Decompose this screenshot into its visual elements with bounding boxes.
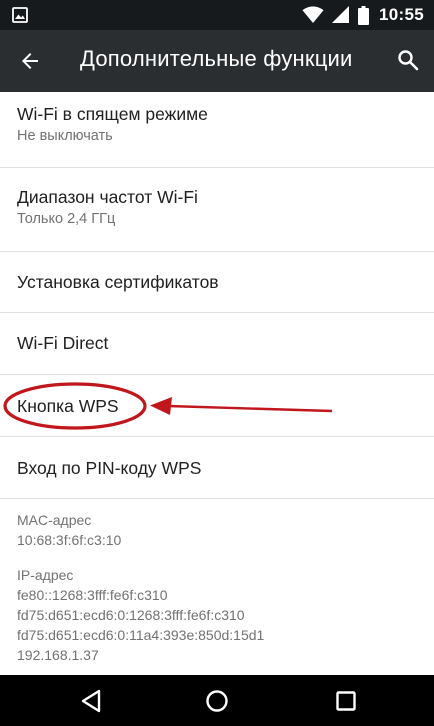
home-circle-icon[interactable]	[204, 688, 230, 714]
setting-title: Установка сертификатов	[17, 272, 219, 292]
arrow-left-icon[interactable]	[18, 49, 42, 73]
setting-title: Wi-Fi Direct	[17, 333, 109, 353]
info-value: fe80::1268:3fff:fe6f:c310	[17, 587, 168, 603]
info-mac-address: MAC-адрес 10:68:3f:6f:c3:10	[0, 499, 434, 559]
setting-wifi-sleep[interactable]: Wi-Fi в спящем режиме Не выключать	[0, 92, 434, 168]
info-label: MAC-адрес	[17, 512, 92, 528]
image-notification-icon	[12, 7, 28, 23]
setting-install-certificates[interactable]: Установка сертификатов	[0, 252, 434, 313]
status-icons: 10:55	[302, 0, 424, 30]
setting-title: Диапазон частот Wi-Fi	[17, 187, 198, 207]
info-value: 192.168.1.37	[17, 647, 99, 663]
setting-title: Wi-Fi в спящем режиме	[17, 104, 208, 124]
info-value: 10:68:3f:6f:c3:10	[17, 532, 122, 548]
setting-wifi-direct[interactable]: Wi-Fi Direct	[0, 313, 434, 375]
back-triangle-icon[interactable]	[79, 688, 105, 714]
setting-wps-pin[interactable]: Вход по PIN-коду WPS	[0, 437, 434, 499]
setting-wps-button[interactable]: Кнопка WPS	[0, 375, 434, 437]
status-time: 10:55	[379, 5, 424, 24]
setting-title: Кнопка WPS	[17, 396, 119, 416]
page-title: Дополнительные функции	[80, 46, 353, 71]
info-label: IP-адрес	[17, 567, 74, 583]
setting-summary: Только 2,4 ГГц	[17, 211, 116, 227]
info-ip-address: IP-адрес fe80::1268:3fff:fe6f:c310 fd75:…	[0, 559, 434, 675]
setting-frequency-band[interactable]: Диапазон частот Wi-Fi Только 2,4 ГГц	[0, 168, 434, 252]
status-bar: 10:55	[0, 0, 434, 30]
navigation-bar	[0, 675, 434, 726]
toolbar: Дополнительные функции	[0, 30, 434, 92]
info-value: fd75:d651:ecd6:0:1268:3fff:fe6f:c310	[17, 607, 245, 623]
info-value: fd75:d651:ecd6:0:11a4:393e:850d:15d1	[17, 627, 265, 643]
setting-title: Вход по PIN-коду WPS	[17, 458, 202, 478]
battery-icon	[358, 5, 370, 25]
wifi-icon	[302, 6, 324, 23]
recents-square-icon[interactable]	[333, 688, 359, 714]
setting-summary: Не выключать	[17, 128, 113, 144]
search-icon[interactable]	[396, 48, 420, 72]
signal-icon	[332, 6, 350, 23]
